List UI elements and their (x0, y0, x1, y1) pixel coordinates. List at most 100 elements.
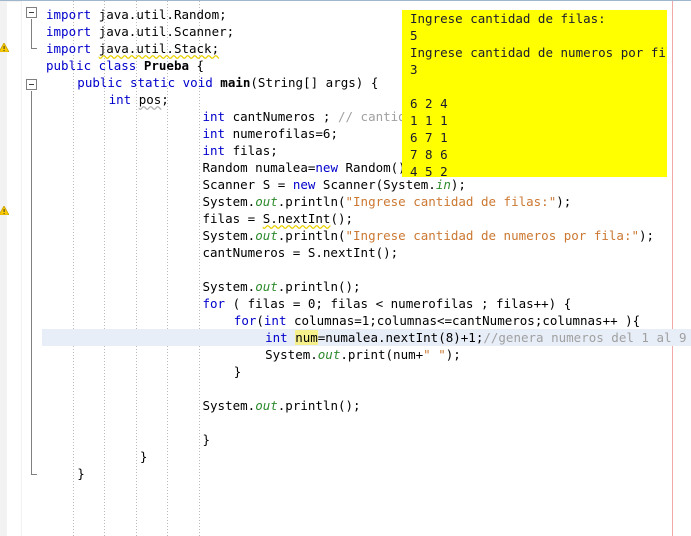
code-token: num (295, 330, 318, 345)
code-token: for (233, 313, 257, 328)
code-line[interactable]: int num=numalea.nextInt(8)+1;//genera nu… (265, 329, 687, 346)
code-token: System. (265, 347, 318, 362)
code-token: cantNumeros = S.nextInt(); (202, 245, 399, 260)
code-line[interactable]: public static void main(String[] args) { (77, 74, 378, 91)
code-line[interactable]: System.out.println("Ingrese cantidad de … (203, 227, 655, 244)
code-token: Scanner S = (202, 177, 293, 192)
code-token: "Ingrese cantidad de numeros por fila:" (345, 228, 640, 243)
code-token: " " (423, 347, 446, 362)
code-folding-bar[interactable] (22, 1, 42, 536)
console-line: 7 8 6 (410, 147, 448, 162)
code-line[interactable]: Random numalea=new Random(); (203, 159, 414, 176)
code-token: new (292, 177, 323, 192)
code-token: //genera numeros del 1 al 9 (483, 330, 687, 345)
code-token: (); (330, 211, 354, 226)
fold-range-end (31, 474, 37, 475)
code-token: java.util.Stack; (98, 41, 220, 56)
code-token: S.nextInt (262, 211, 331, 226)
code-token: .println( (277, 228, 346, 243)
code-token: filas; (232, 143, 278, 158)
code-token: java.util.Scanner; (98, 24, 235, 39)
code-token: ( filas = 0; filas < numerofilas ; filas… (232, 296, 572, 311)
fold-toggle-fold-imports[interactable] (26, 7, 37, 18)
code-token: import (46, 7, 99, 22)
code-token: =numalea.nextInt(8)+1; (317, 330, 484, 345)
warning-unused-import-icon[interactable] (0, 43, 9, 52)
code-line[interactable]: Scanner S = new Scanner(System.in); (203, 176, 466, 193)
code-token: cantNumeros ; (232, 109, 338, 124)
code-token: out (255, 194, 278, 209)
code-token: Scanner(System. (322, 177, 436, 192)
code-line[interactable]: System.out.println(); (203, 278, 361, 295)
code-token: } (139, 449, 148, 464)
code-token: int (263, 313, 295, 328)
code-line[interactable]: System.out.println(); (203, 397, 361, 414)
code-line[interactable]: int cantNumeros ; // cantidad d (203, 108, 436, 125)
code-token: for (202, 296, 233, 311)
code-line[interactable]: int pos; (109, 91, 169, 108)
code-token: System. (202, 398, 256, 413)
code-token: .print(num+ (340, 347, 424, 362)
fold-range-end (31, 48, 37, 49)
code-line[interactable]: int filas; (203, 142, 278, 159)
code-token: .println(); (277, 398, 361, 413)
console-line: 1 1 1 (410, 113, 448, 128)
code-line[interactable]: } (234, 363, 242, 380)
code-line[interactable]: System.out.print(num+" "); (265, 346, 461, 363)
code-token: out (255, 228, 278, 243)
gutter-annotation-strip (7, 2, 21, 536)
code-token: import (46, 41, 99, 56)
code-token: filas = (202, 211, 263, 226)
code-token: ; (161, 92, 169, 107)
code-token: columnas=1;columnas<=cantNumeros;columna… (294, 313, 641, 328)
code-line[interactable]: System.out.println("Ingrese cantidad de … (203, 193, 572, 210)
code-token: .println( (277, 194, 346, 209)
code-line[interactable]: } (203, 431, 211, 448)
code-line[interactable]: } (77, 465, 85, 482)
fold-range-line (31, 91, 32, 474)
code-token: out (255, 398, 278, 413)
code-token: { (189, 58, 205, 73)
code-line[interactable]: public class Prueba { (46, 57, 204, 74)
code-token: ); (639, 228, 655, 243)
code-token: System. (202, 228, 256, 243)
code-token: .println(); (277, 279, 361, 294)
code-line[interactable]: filas = S.nextInt(); (203, 210, 354, 227)
code-token: in (435, 177, 451, 192)
code-token: ); (556, 194, 572, 209)
code-token: } (77, 466, 85, 481)
code-line[interactable]: int numerofilas=6; (203, 125, 338, 142)
code-line[interactable]: } (140, 448, 148, 465)
code-line[interactable]: import java.util.Stack; (46, 40, 219, 57)
code-token: numerofilas=6; (232, 126, 338, 141)
code-token: java.util.Random; (98, 7, 227, 22)
code-token: int (108, 92, 139, 107)
code-token: int (202, 109, 233, 124)
code-token: Prueba (143, 58, 189, 73)
console-line: 4 5 2 (410, 164, 448, 177)
code-token: "Ingrese cantidad de filas:" (345, 194, 557, 209)
warning-unused-variable-icon[interactable] (0, 206, 9, 215)
console-line: Ingrese cantidad de numeros por fila: (410, 45, 667, 60)
editor-gutter[interactable] (0, 1, 23, 536)
code-token: ); (445, 347, 461, 362)
code-token: } (233, 364, 242, 379)
code-line[interactable]: import java.util.Random; (46, 6, 227, 23)
code-token: ); (450, 177, 466, 192)
code-line[interactable]: for ( filas = 0; filas < numerofilas ; f… (203, 295, 572, 312)
code-token: (String[] args) { (250, 75, 379, 90)
code-token: System. (202, 194, 256, 209)
code-line[interactable]: import java.util.Scanner; (46, 23, 234, 40)
code-token: int (202, 126, 233, 141)
code-token: Random numalea= (202, 160, 316, 175)
console-line: 5 (410, 28, 418, 43)
console-output-panel: Ingrese cantidad de filas: 5 Ingrese canti… (402, 10, 667, 177)
code-token: new (315, 160, 346, 175)
code-line[interactable]: cantNumeros = S.nextInt(); (203, 244, 399, 261)
fold-toggle-fold-main-method[interactable] (26, 79, 37, 90)
code-token: out (317, 347, 341, 362)
code-line[interactable]: for(int columnas=1;columnas<=cantNumeros… (234, 312, 640, 329)
code-token: } (202, 432, 211, 447)
code-token: out (255, 279, 278, 294)
